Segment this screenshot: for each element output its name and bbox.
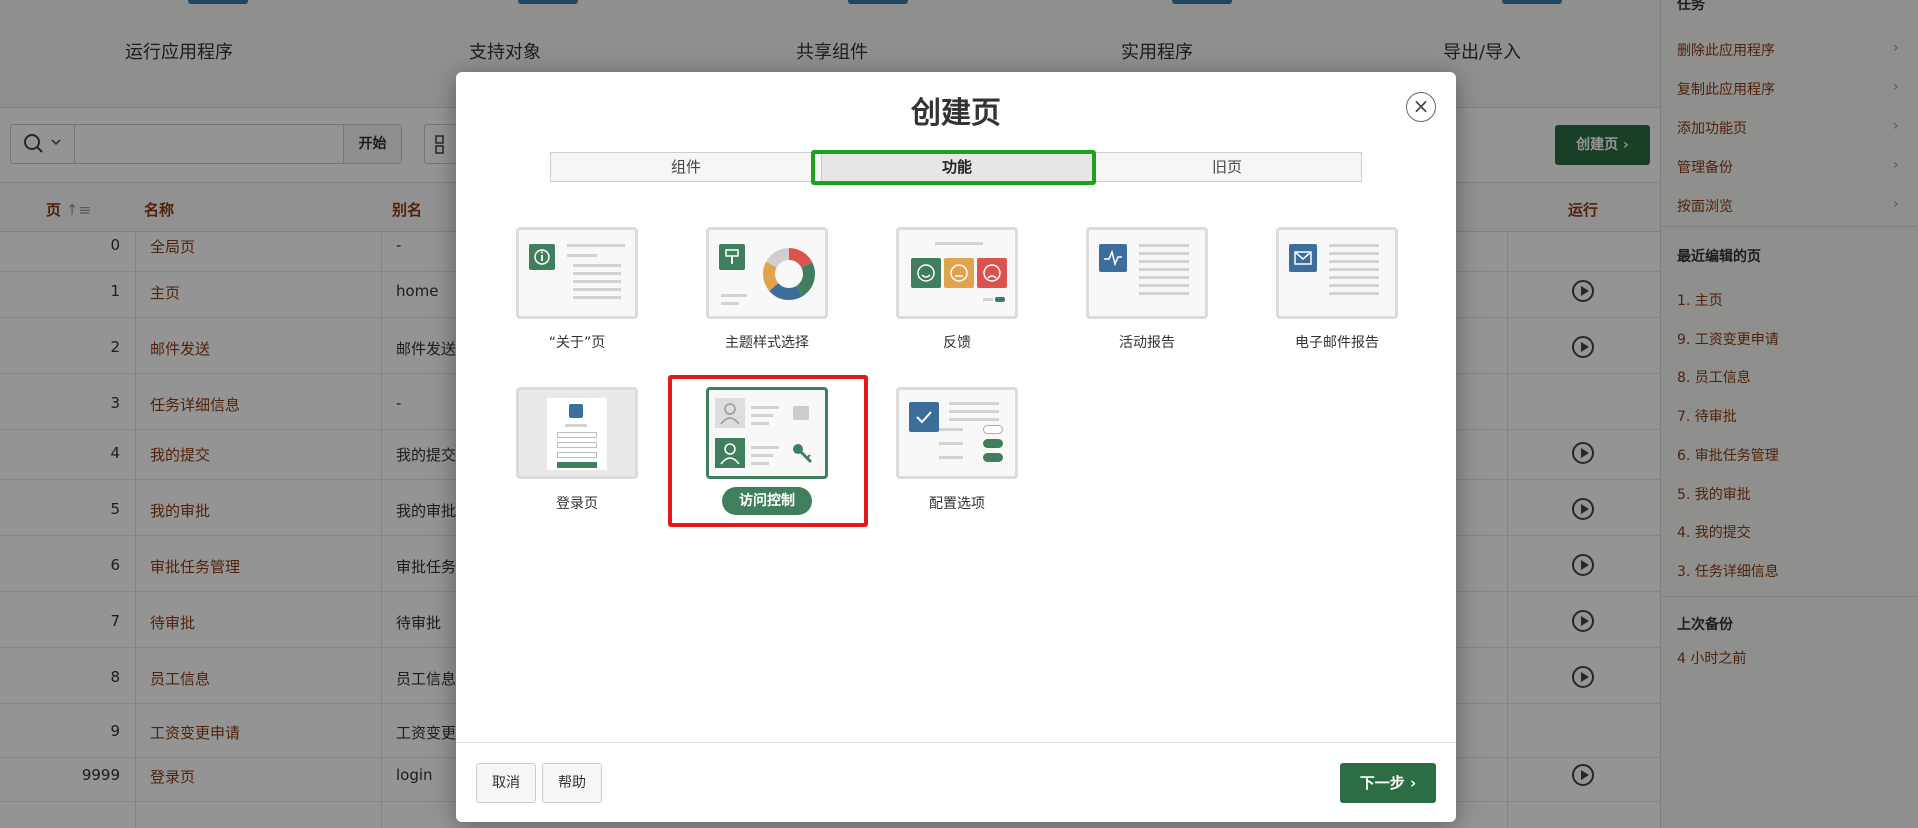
access-control-highlight bbox=[668, 375, 868, 527]
checkbox-icon bbox=[909, 402, 939, 432]
tab-legacy-pages[interactable]: 旧页 bbox=[1093, 153, 1361, 181]
submit-stub bbox=[995, 297, 1005, 302]
neutral-face-icon bbox=[944, 258, 974, 288]
paint-roller-icon bbox=[719, 244, 745, 270]
login-form-icon bbox=[547, 398, 607, 470]
close-button[interactable]: × bbox=[1406, 92, 1436, 122]
toggle-on-icon bbox=[983, 453, 1003, 462]
frown-face-icon bbox=[977, 258, 1007, 288]
info-icon bbox=[529, 244, 555, 270]
cancel-button[interactable]: 取消 bbox=[476, 763, 536, 803]
card-about-page[interactable] bbox=[516, 227, 638, 319]
card-login-page[interactable] bbox=[516, 387, 638, 479]
next-button[interactable]: 下一步 › bbox=[1340, 763, 1436, 803]
card-label-feedback: 反馈 bbox=[943, 335, 971, 351]
chevron-right-icon: › bbox=[1410, 774, 1417, 792]
smile-face-icon bbox=[911, 258, 941, 288]
card-email-report[interactable] bbox=[1276, 227, 1398, 319]
features-tab-highlight bbox=[811, 150, 1096, 185]
create-page-dialog: 创建页 × 组件 功能 旧页 “关于”页 主题样式选择 反馈 活动报告 电子邮件… bbox=[456, 72, 1456, 822]
card-configuration-options[interactable] bbox=[896, 387, 1018, 479]
card-label-login: 登录页 bbox=[556, 496, 598, 512]
activity-pulse-icon bbox=[1099, 244, 1127, 272]
card-label-about: “关于”页 bbox=[548, 335, 606, 351]
card-label-configuration: 配置选项 bbox=[929, 496, 985, 512]
toggle-off-icon bbox=[983, 425, 1003, 434]
card-activity-report[interactable] bbox=[1086, 227, 1208, 319]
dialog-title: 创建页 bbox=[911, 96, 1001, 131]
tab-components[interactable]: 组件 bbox=[551, 153, 821, 181]
card-label-email: 电子邮件报告 bbox=[1295, 335, 1379, 351]
toggle-on-icon bbox=[983, 439, 1003, 448]
card-feedback[interactable] bbox=[896, 227, 1018, 319]
card-theme-style-selection[interactable] bbox=[706, 227, 828, 319]
help-button[interactable]: 帮助 bbox=[542, 763, 602, 803]
close-icon: × bbox=[1412, 94, 1430, 118]
dialog-footer: 取消 帮助 下一步 › bbox=[456, 742, 1456, 822]
card-label-activity: 活动报告 bbox=[1119, 335, 1175, 351]
envelope-icon bbox=[1289, 244, 1317, 272]
next-label: 下一步 bbox=[1359, 774, 1405, 792]
card-label-theme: 主题样式选择 bbox=[725, 335, 809, 351]
donut-chart-graphic bbox=[763, 248, 815, 300]
